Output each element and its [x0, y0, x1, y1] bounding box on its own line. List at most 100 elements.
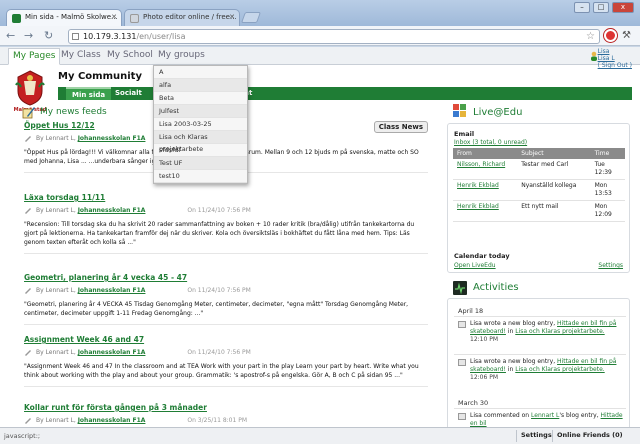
mail-subject[interactable]: Testar med Carl — [517, 159, 591, 180]
sign-out-link[interactable]: ( Sign Out ) — [598, 62, 632, 69]
settings-button[interactable]: Settings — [516, 430, 556, 442]
mail-subject[interactable]: Nyanställd kollega — [517, 179, 591, 201]
post-author: By Lennart L, — [36, 349, 76, 356]
activity-time: 12:10 PM — [470, 336, 498, 343]
subnav-min-sida[interactable]: Min sida — [66, 87, 112, 100]
sub-navigation: Min sida Socialt nt — [58, 87, 632, 100]
post-meta: By Lennart L, Johannesskolan F1A On 11/2… — [24, 287, 428, 294]
nav-my-school[interactable]: My School — [107, 50, 153, 60]
browser-titlebar: Min sida - Malmö Skolwe... ✕ Photo edito… — [0, 0, 640, 26]
url-path: /en/user/lisa — [136, 32, 186, 41]
post-school-link[interactable]: Johannesskolan F1A — [78, 207, 146, 214]
post-date: On 11/24/10 7:56 PM — [187, 207, 251, 214]
malmo-stad-logo[interactable] — [12, 69, 48, 107]
mail-time: Mon 13:53 — [590, 179, 625, 201]
post-title[interactable]: Läxa torsdag 11/11 — [24, 193, 428, 202]
post-title[interactable]: Kollar runt för första gången på 3 månad… — [24, 403, 428, 412]
close-window-button[interactable]: x — [612, 2, 634, 13]
mail-subject[interactable]: Ett nytt mail — [517, 200, 591, 222]
tab-close-icon[interactable]: ✕ — [229, 13, 235, 21]
inbox-link[interactable]: Inbox (3 total, 0 unread) — [454, 139, 527, 146]
user-link[interactable]: Lisa L — [598, 55, 632, 62]
forward-arrow-icon[interactable]: → — [24, 29, 33, 43]
maximize-button[interactable]: □ — [593, 2, 609, 13]
group-item[interactable]: Lisa 2003-03-25 — [154, 118, 247, 131]
activity-link[interactable]: Lennart L — [531, 412, 559, 419]
malmo-favicon-icon — [12, 14, 21, 23]
divider — [24, 253, 428, 254]
reload-icon[interactable]: ↻ — [44, 29, 53, 43]
page-content: My Pages My Class My School My groups Li… — [0, 47, 640, 427]
news-feed-title: My news feeds — [40, 107, 107, 117]
pencil-icon — [25, 418, 31, 424]
group-item[interactable]: Julfest — [154, 105, 247, 118]
mail-row[interactable]: Henrik Ekblad Nyanställd kollega Mon 13:… — [453, 179, 625, 201]
address-bar[interactable]: 10.179.3.131/en/user/lisa ☆ — [68, 29, 600, 44]
bookmark-star-icon[interactable]: ☆ — [586, 30, 595, 43]
group-item[interactable]: A — [154, 66, 247, 79]
blog-entry-icon — [458, 359, 466, 366]
class-news-button[interactable]: Class News — [373, 121, 428, 133]
divider — [454, 408, 626, 409]
wrench-icon[interactable]: ⚒ — [622, 29, 631, 43]
column-header-from: From — [453, 148, 518, 159]
minimize-button[interactable]: – — [574, 2, 590, 13]
post-school-link[interactable]: Johannesskolan F1A — [78, 417, 146, 424]
divider — [24, 386, 428, 387]
mail-from[interactable]: Henrik Ekblad — [453, 200, 518, 222]
activity-link-2[interactable]: Lisa och Klaras projektarbete. — [515, 366, 604, 373]
post-school-link[interactable]: Johannesskolan F1A — [78, 349, 146, 356]
subnav-socialt[interactable]: Socialt — [115, 89, 142, 97]
post-school-link[interactable]: Johannesskolan F1A — [78, 135, 146, 142]
live-edu-settings-link[interactable]: Settings — [598, 262, 623, 269]
group-item[interactable]: Test UF — [154, 157, 247, 170]
calendar-title: Calendar today — [454, 252, 510, 260]
mail-from[interactable]: Henrik Ekblad — [453, 179, 518, 201]
open-live-edu-link[interactable]: Open LiveEdu — [454, 262, 496, 269]
live-edu-icon — [453, 104, 466, 117]
activity-link-2[interactable]: Lisa och Klaras projektarbete. — [515, 328, 604, 335]
post-meta: By Lennart L, Johannesskolan F1A On 11/2… — [24, 349, 428, 356]
pencil-icon — [25, 288, 31, 294]
post-author: By Lennart L, — [36, 207, 76, 214]
back-arrow-icon[interactable]: ← — [6, 29, 15, 43]
mail-row[interactable]: Nilsson, Richard Testar med Carl Tue 12:… — [453, 159, 625, 180]
email-title: Email — [454, 130, 475, 138]
live-edu-box: Email Inbox (3 total, 0 unread) From Sub… — [447, 123, 630, 273]
pencil-icon — [25, 208, 31, 214]
mail-from[interactable]: Nilsson, Richard — [453, 159, 518, 180]
tab-close-icon[interactable]: ✕ — [111, 13, 117, 21]
browser-tab-active[interactable]: Min sida - Malmö Skolwe... ✕ — [6, 9, 122, 26]
divider — [454, 354, 626, 355]
post-title[interactable]: Assignment Week 46 and 47 — [24, 335, 428, 344]
browser-toolbar: ← → ↻ 10.179.3.131/en/user/lisa ☆ ⚒ — [0, 26, 640, 46]
online-friends-button[interactable]: Online Friends (0) — [552, 430, 627, 442]
group-item[interactable]: test10 — [154, 170, 247, 183]
new-tab-button[interactable] — [240, 12, 262, 23]
nav-my-pages[interactable]: My Pages — [8, 48, 61, 65]
post-body: "Recension: Till torsdag ska du ha skriv… — [24, 221, 415, 246]
nav-my-class[interactable]: My Class — [61, 50, 101, 60]
feed-post: Läxa torsdag 11/11 By Lennart L, Johanne… — [24, 193, 428, 254]
post-school-link[interactable]: Johannesskolan F1A — [78, 287, 146, 294]
column-header-time: Time — [590, 148, 625, 159]
post-author: By Lennart L, — [36, 135, 76, 142]
group-item[interactable]: alfa — [154, 79, 247, 92]
group-item[interactable]: Beta — [154, 92, 247, 105]
activity-connector: in — [505, 328, 516, 335]
extension-icon[interactable] — [604, 29, 617, 42]
activity-item: Lisa wrote a new blog entry, Hittade en … — [458, 320, 626, 344]
group-item[interactable]: Lisa och Klaras projektarbete — [154, 131, 247, 153]
user-name[interactable]: Lisa — [598, 48, 632, 55]
activity-item: Lisa wrote a new blog entry, Hittade en … — [458, 358, 626, 382]
mail-row[interactable]: Henrik Ekblad Ett nytt mail Mon 12:09 — [453, 200, 625, 222]
post-title[interactable]: Geometri, planering år 4 vecka 45 - 47 — [24, 273, 428, 282]
post-date: On 11/24/10 7:56 PM — [187, 349, 251, 356]
activity-text: Lisa commented on — [470, 412, 530, 419]
url-host: 10.179.3.131 — [83, 32, 137, 41]
nav-my-groups[interactable]: My groups — [158, 50, 205, 60]
browser-tab-inactive[interactable]: Photo editor online / free... ✕ — [124, 9, 240, 26]
pencil-icon — [25, 350, 31, 356]
status-bar: javascript:; Settings Online Friends (0) — [0, 427, 640, 444]
column-header-subject: Subject — [517, 148, 591, 159]
